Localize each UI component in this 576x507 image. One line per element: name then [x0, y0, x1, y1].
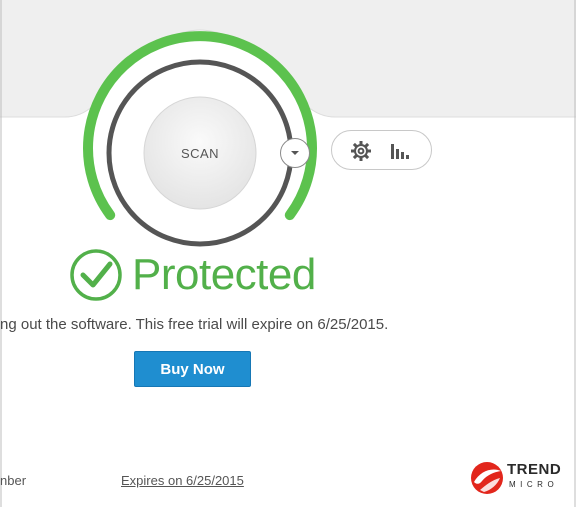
check-circle-icon [70, 249, 122, 301]
bar-chart-icon [391, 144, 409, 159]
gear-icon [351, 141, 371, 161]
scan-label: SCAN [180, 145, 220, 161]
scan-button[interactable]: SCAN [145, 98, 255, 208]
settings-button[interactable] [349, 139, 373, 163]
chevron-down-icon [291, 151, 299, 155]
serial-number-label: nber [0, 473, 27, 488]
app-window: SCAN Protected ng out the software. This… [0, 0, 576, 507]
trend-micro-logo: TREND MICRO [470, 458, 574, 498]
trend-micro-logo-icon [471, 462, 503, 494]
reports-button[interactable] [388, 139, 412, 163]
buy-now-button[interactable]: Buy Now [134, 351, 251, 387]
toolbar-pill [331, 130, 432, 170]
logo-sub-text: MICRO [509, 480, 559, 489]
protection-status: Protected [68, 247, 316, 303]
expiration-link[interactable]: Expires on 6/25/2015 [121, 473, 244, 488]
scan-options-button[interactable] [280, 138, 310, 168]
trial-message: ng out the software. This free trial wil… [0, 316, 389, 333]
logo-brand-text: TREND [507, 461, 562, 478]
status-text: Protected [132, 250, 316, 299]
